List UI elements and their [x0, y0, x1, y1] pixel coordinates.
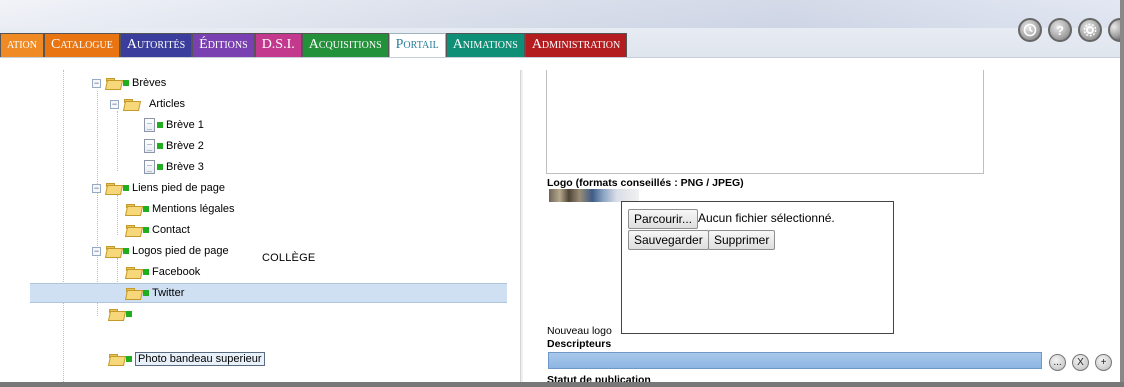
folder-icon: [126, 224, 141, 236]
tree-item-label: Brève 3: [166, 161, 204, 173]
document-icon: [144, 139, 155, 153]
status-square-icon: [123, 80, 129, 86]
clear-descripteurs-button[interactable]: X: [1072, 354, 1089, 371]
tree-item-label: Twitter: [152, 287, 185, 299]
folder-icon: [126, 266, 141, 278]
browse-descripteurs-button[interactable]: ...: [1049, 354, 1066, 371]
collapse-toggle-icon[interactable]: −: [92, 78, 101, 88]
folder-icon: [109, 308, 124, 320]
status-square-icon: [157, 164, 163, 170]
tree-item-breve-2[interactable]: Brève 2: [144, 137, 204, 155]
content-textarea[interactable]: [546, 70, 984, 174]
top-icons: ?: [1018, 18, 1120, 42]
selected-row-highlight: [30, 283, 507, 303]
tree-guide-line: [117, 111, 118, 171]
tree-item-breve-1[interactable]: Brève 1: [144, 116, 204, 134]
folder-icon: [106, 182, 121, 194]
tree-item-label: Brèves: [132, 77, 167, 89]
folder-icon: [109, 353, 124, 365]
status-square-icon: [143, 290, 149, 296]
status-square-icon: [143, 227, 149, 233]
tree-item-label: Contact: [152, 224, 190, 236]
settings-icon[interactable]: [1078, 18, 1102, 42]
status-square-icon: [126, 311, 132, 317]
tab-circulation[interactable]: ation: [0, 33, 44, 57]
tree-item-label: Logos pied de page: [132, 245, 229, 257]
tree-item-label: Liens pied de page: [132, 182, 225, 194]
tree-item-label: Facebook: [152, 266, 201, 278]
collapse-toggle-icon[interactable]: −: [110, 99, 119, 109]
tree-item-unnamed[interactable]: [109, 305, 135, 323]
tree-item-mentions-legales[interactable]: Mentions légales: [126, 200, 235, 218]
clock-icon[interactable]: [1018, 18, 1042, 42]
tab-autorites[interactable]: Autorités: [119, 33, 193, 57]
tree-item-facebook[interactable]: Facebook: [126, 263, 200, 281]
folder-icon: [124, 98, 139, 110]
help-icon[interactable]: ?: [1048, 18, 1072, 42]
tree-item-photo-bandeau[interactable]: Photo bandeau superieur: [109, 350, 265, 368]
tab-catalogue[interactable]: Catalogue: [44, 33, 120, 57]
status-square-icon: [143, 206, 149, 212]
folder-icon: [126, 287, 141, 299]
tree-guide-line: [117, 195, 118, 235]
tab-administration[interactable]: Administration: [524, 33, 628, 57]
tree-panel: [10, 70, 518, 382]
tree-item-liens-pied-de-page[interactable]: − Liens pied de page: [92, 179, 225, 197]
tree-item-articles[interactable]: − Articles: [110, 95, 185, 113]
collapse-toggle-icon[interactable]: −: [92, 183, 101, 193]
header-banner: [0, 0, 1124, 28]
tree-item-label: Photo bandeau superieur: [135, 352, 265, 366]
status-square-icon: [126, 356, 132, 362]
window-frame-right: [1120, 0, 1124, 387]
logo-label: Logo (formats conseillés : PNG / JPEG): [547, 177, 744, 189]
status-square-icon: [157, 122, 163, 128]
tree-guide-line: [63, 70, 64, 382]
tree-item-label: Articles: [149, 98, 186, 110]
window-frame-bottom: [0, 382, 1124, 387]
tab-editions[interactable]: Éditions: [192, 33, 255, 57]
browse-button[interactable]: Parcourir...: [628, 209, 699, 229]
tree-item-logos-pied-de-page[interactable]: − Logos pied de page: [92, 242, 229, 260]
tree-item-twitter[interactable]: Twitter: [126, 284, 184, 302]
status-square-icon: [123, 185, 129, 191]
pane-splitter[interactable]: [520, 70, 523, 382]
folder-icon: [106, 77, 121, 89]
collapse-toggle-icon[interactable]: −: [92, 246, 101, 256]
descripteurs-input[interactable]: [548, 352, 1042, 369]
tree-item-label: Mentions légales: [152, 203, 235, 215]
tree-item-contact[interactable]: Contact: [126, 221, 190, 239]
college-label: COLLÈGE: [262, 252, 316, 264]
tab-portail[interactable]: Portail: [388, 33, 446, 57]
top-navigation-bar: ation Catalogue Autorités Éditions D.S.I…: [0, 0, 1124, 58]
tab-animations[interactable]: Animations: [445, 33, 525, 57]
folder-icon: [106, 245, 121, 257]
partial-icon[interactable]: [1108, 18, 1120, 42]
main-tabs: ation Catalogue Autorités Éditions D.S.I…: [0, 33, 628, 57]
document-icon: [144, 160, 155, 174]
delete-button[interactable]: Supprimer: [708, 230, 776, 250]
tab-acquisitions[interactable]: Acquisitions: [301, 33, 389, 57]
document-icon: [144, 118, 155, 132]
descripteurs-label: Descripteurs: [547, 338, 612, 350]
statut-label: Statut de publication: [547, 374, 651, 382]
status-square-icon: [143, 269, 149, 275]
status-square-icon: [123, 248, 129, 254]
save-button[interactable]: Sauvegarder: [628, 230, 709, 250]
tree-item-breve-3[interactable]: Brève 3: [144, 158, 204, 176]
folder-icon: [126, 203, 141, 215]
tab-dsi[interactable]: D.S.I.: [254, 33, 302, 57]
new-logo-label: Nouveau logo: [547, 325, 612, 337]
file-status-text: Aucun fichier sélectionné.: [698, 211, 835, 225]
tree-item-label: Brève 1: [166, 119, 204, 131]
tree-item-label: Brève 2: [166, 140, 204, 152]
tree-item-breves[interactable]: − Brèves: [92, 74, 166, 92]
status-square-icon: [157, 143, 163, 149]
add-descripteur-button[interactable]: +: [1095, 354, 1112, 371]
